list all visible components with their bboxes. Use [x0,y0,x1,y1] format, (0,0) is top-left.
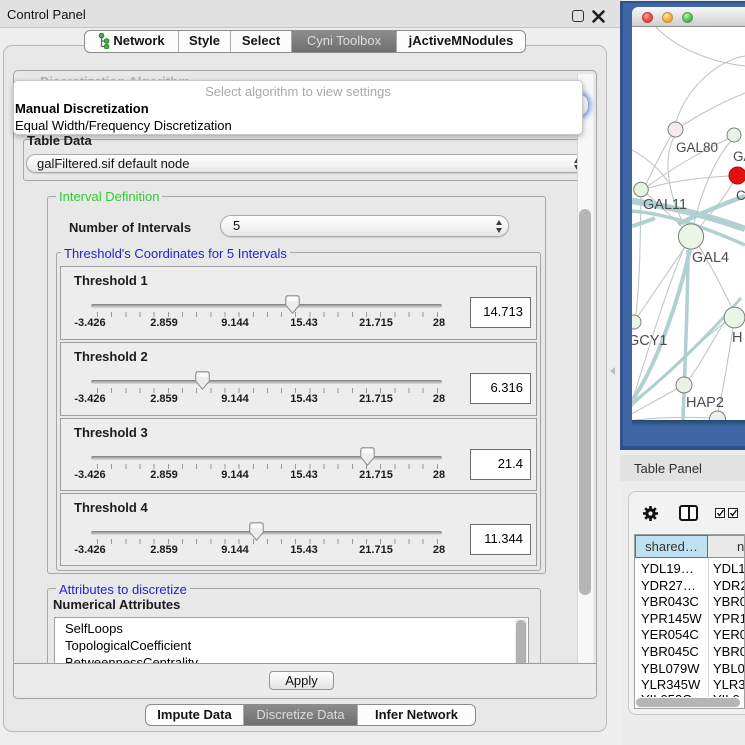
svg-text:GA: GA [733,149,745,164]
svg-text:C: C [736,188,745,203]
svg-text:GAL80: GAL80 [676,140,718,155]
svg-text:H: H [732,330,742,346]
svg-text:GAL4: GAL4 [692,250,729,266]
svg-text:HAP2: HAP2 [686,395,724,411]
svg-text:GCY1: GCY1 [632,333,668,349]
svg-text:GAL11: GAL11 [643,197,687,213]
